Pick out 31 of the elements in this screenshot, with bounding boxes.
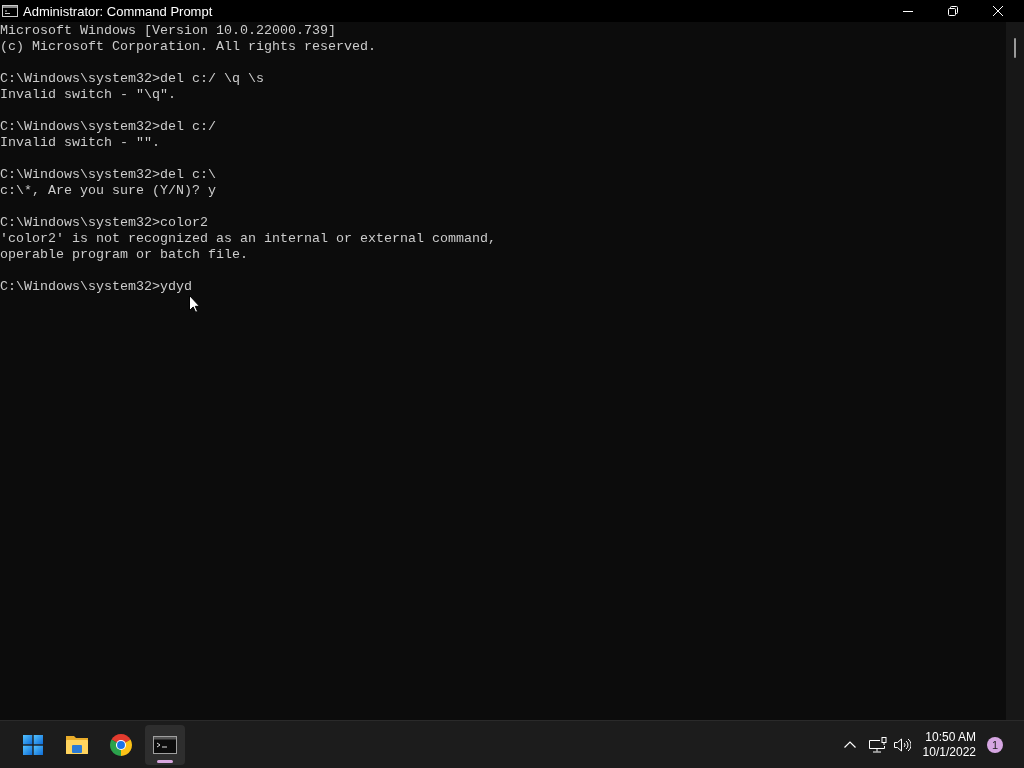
- console-line: Invalid switch - "".: [0, 135, 160, 151]
- scrollbar-thumb[interactable]: [1014, 38, 1016, 58]
- console-line: c:\*, Are you sure (Y/N)? y: [0, 183, 216, 199]
- scrollbar[interactable]: [1006, 22, 1024, 720]
- restore-icon: [947, 6, 958, 16]
- console-line: C:\Windows\system32>del c:/: [0, 119, 216, 135]
- notification-badge[interactable]: 1: [987, 736, 1003, 753]
- four-squares-icon[interactable]: [23, 734, 43, 755]
- minimize-icon: [902, 10, 913, 12]
- console-line: (c) Microsoft Corporation. All rights reserved.: [0, 39, 376, 55]
- taskbar-button[interactable]: [145, 724, 185, 765]
- console-line: Invalid switch - "\q".: [0, 87, 176, 103]
- console-line: C:\Windows\system32>del c:\: [0, 167, 216, 183]
- speaker-icon[interactable]: [894, 737, 911, 752]
- chevron-up-icon[interactable]: [844, 741, 856, 748]
- console-line: Microsoft Windows [Version 10.0.22000.739]: [0, 23, 336, 39]
- mouse-pointer-icon: [189, 295, 200, 313]
- active-indicator: [157, 759, 173, 763]
- window-title: Administrator: Command Prompt: [23, 3, 213, 19]
- clock-time[interactable]: 10:50 AM: [925, 729, 976, 745]
- console-line: C:\Windows\system32>ydyd: [0, 279, 192, 295]
- console-line: C:\Windows\system32>del c:/ \q \s: [0, 71, 264, 87]
- monitor-icon[interactable]: [869, 736, 887, 753]
- terminal-icon[interactable]: [153, 735, 177, 754]
- folder-icon[interactable]: [65, 734, 89, 755]
- clock-date[interactable]: 10/1/2022: [922, 744, 976, 760]
- close-icon: [992, 6, 1003, 16]
- console-line: 'color2' is not recognized as an internal or external command,: [0, 231, 496, 247]
- console-line: operable program or batch file.: [0, 247, 248, 263]
- console-line: C:\Windows\system32>color2: [0, 215, 208, 231]
- color-wheel-icon[interactable]: [110, 733, 132, 756]
